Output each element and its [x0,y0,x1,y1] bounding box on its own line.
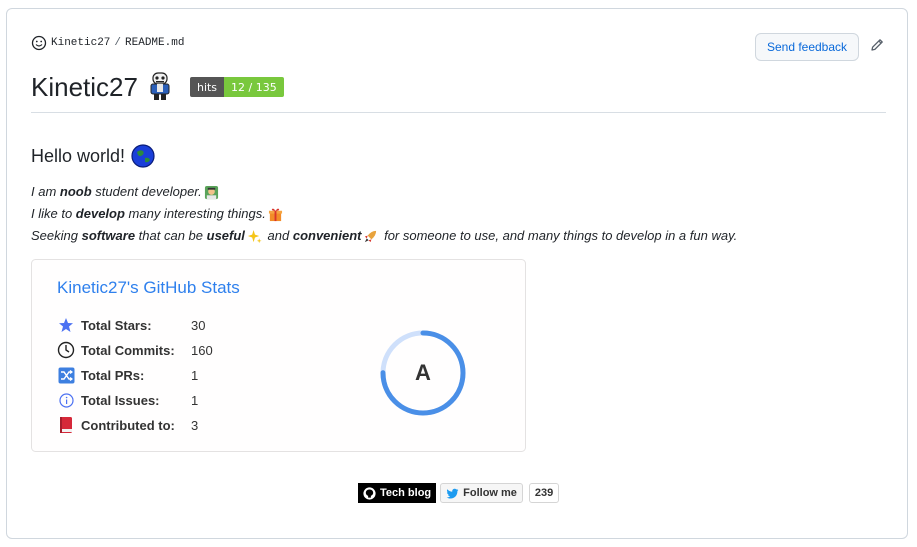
intro-bold: useful [206,228,245,243]
star-icon [59,318,73,332]
follow-label: Follow me [463,487,517,499]
gift-icon [268,208,282,221]
readme-title: Kinetic27 [31,71,138,102]
footer-badges: Tech blog Follow me 239 [358,483,560,503]
intro-text: for someone to use, and many things to d… [380,228,738,243]
hits-badge-value: 12 / 135 [224,77,284,97]
smiley-icon [31,35,47,51]
edit-pencil-icon[interactable] [869,37,885,53]
tech-blog-label: Tech blog [380,487,432,499]
student-emoji-icon [204,185,218,199]
hits-badge-label: hits [189,77,225,97]
stat-row-prs: Total PRs: 1 [57,364,198,386]
stat-row-contributed: Contributed to: 3 [57,414,198,436]
sparkles-icon [247,229,262,243]
intro-line-3: Seeking software that can be useful and … [31,225,737,247]
readme-panel: Kinetic27 / README.md Send feedback Kine… [6,8,908,539]
greeting-heading: Hello world! [31,144,155,168]
intro-bold: develop [75,206,125,221]
intro-line-2: I like to develop many interesting thing… [31,203,737,225]
shuffle-icon [58,367,74,383]
readme-title-row: Kinetic27 hits 12 / 135 [31,69,284,105]
rocket-icon [365,230,377,242]
intro-text: student developer. [91,184,202,199]
stat-row-stars: Total Stars: 30 [57,314,205,336]
stat-row-issues: Total Issues: 1 [57,389,198,411]
stat-value: 1 [191,367,199,383]
github-icon [363,486,376,500]
stat-label: Total Issues: [81,392,160,408]
breadcrumb-separator: / [114,37,122,49]
intro-text: I am [31,184,60,199]
intro-text: that can be [135,228,207,243]
stat-label: Total Stars: [81,317,152,333]
title-divider [31,112,886,113]
intro-text: many interesting things. [124,206,266,221]
intro-text: I like to [31,206,76,221]
greeting-text: Hello world! [31,145,126,166]
stat-label: Total Commits: [81,342,175,358]
twitter-follow-button[interactable]: Follow me [440,483,523,503]
stat-value: 160 [191,342,213,358]
stat-label: Contributed to: [81,417,175,433]
stat-value: 30 [191,317,206,333]
hits-badge[interactable]: hits 12 / 135 [189,77,284,97]
intro-text: Seeking [31,228,82,243]
breadcrumb-file: README.md [125,37,185,49]
stat-label: Total PRs: [81,367,145,383]
rank-letter: A [415,360,431,385]
stat-row-commits: Total Commits: 160 [57,339,213,361]
globe-icon [131,144,155,168]
intro-paragraph: I am noob student developer. I like to d… [31,181,737,247]
breadcrumb: Kinetic27 / README.md [31,35,184,51]
book-icon [60,417,72,433]
send-feedback-button[interactable]: Send feedback [755,33,859,61]
intro-text: and [263,228,293,243]
intro-line-1: I am noob student developer. [31,181,737,203]
stat-value: 1 [191,392,199,408]
intro-bold: convenient [292,228,362,243]
info-icon [58,392,74,408]
clock-icon [57,341,75,359]
twitter-bird-icon [446,488,459,499]
stats-card-title: Kinetic27's GitHub Stats [57,278,240,297]
intro-bold: software [81,228,136,243]
github-stats-card: Kinetic27's GitHub Stats Total Stars: 30… [31,259,526,452]
breadcrumb-owner-link[interactable]: Kinetic27 [51,37,110,49]
intro-bold: noob [59,184,92,199]
follower-count-badge[interactable]: 239 [528,483,560,503]
sans-character-icon [150,72,170,100]
stat-value: 3 [191,417,199,433]
tech-blog-badge[interactable]: Tech blog [358,483,437,503]
